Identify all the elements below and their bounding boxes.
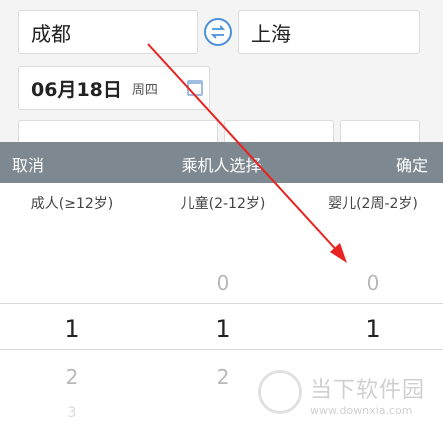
- adult-option-below-2[interactable]: 3: [42, 405, 102, 421]
- child-option-below[interactable]: 2: [193, 365, 253, 389]
- adult-option-below[interactable]: 2: [42, 365, 102, 389]
- to-city-value: 上海: [251, 21, 291, 46]
- child-option-above[interactable]: 0: [193, 271, 253, 295]
- swap-icon: [210, 25, 226, 39]
- from-city-value: 成都: [31, 21, 71, 46]
- selection-line-bottom: [0, 349, 443, 350]
- confirm-button[interactable]: 确定: [396, 152, 428, 176]
- adult-selected-value[interactable]: 1: [42, 315, 102, 343]
- child-selected-value[interactable]: 1: [193, 315, 253, 343]
- selection-line-top: [0, 303, 443, 304]
- departure-date-field[interactable]: 06月18日 周四: [18, 66, 210, 110]
- watermark-logo-icon: [258, 370, 302, 414]
- to-city-field[interactable]: 上海: [238, 10, 420, 54]
- picker-toolbar: 取消 乘机人选择 确定: [0, 142, 443, 183]
- watermark-url: www.downxia.com: [310, 404, 413, 417]
- flight-search-form: 成都 上海 06月18日 周四: [0, 0, 443, 150]
- infant-column-header: 婴儿(2周-2岁): [328, 196, 418, 212]
- from-city-field[interactable]: 成都: [18, 10, 198, 54]
- adult-column-header: 成人(≥12岁): [30, 196, 114, 212]
- picker-title: 乘机人选择: [181, 156, 262, 175]
- calendar-icon: [187, 80, 203, 96]
- departure-weekday: 周四: [131, 82, 158, 98]
- departure-date: 06月18日: [31, 78, 122, 101]
- watermark: 当下软件园 www.downxia.com: [252, 366, 442, 436]
- watermark-text: 当下软件园: [310, 378, 426, 403]
- infant-option-above[interactable]: 0: [343, 271, 403, 295]
- child-column-header: 儿童(2-12岁): [180, 196, 266, 212]
- swap-cities-button[interactable]: [204, 18, 232, 46]
- infant-selected-value[interactable]: 1: [343, 315, 403, 343]
